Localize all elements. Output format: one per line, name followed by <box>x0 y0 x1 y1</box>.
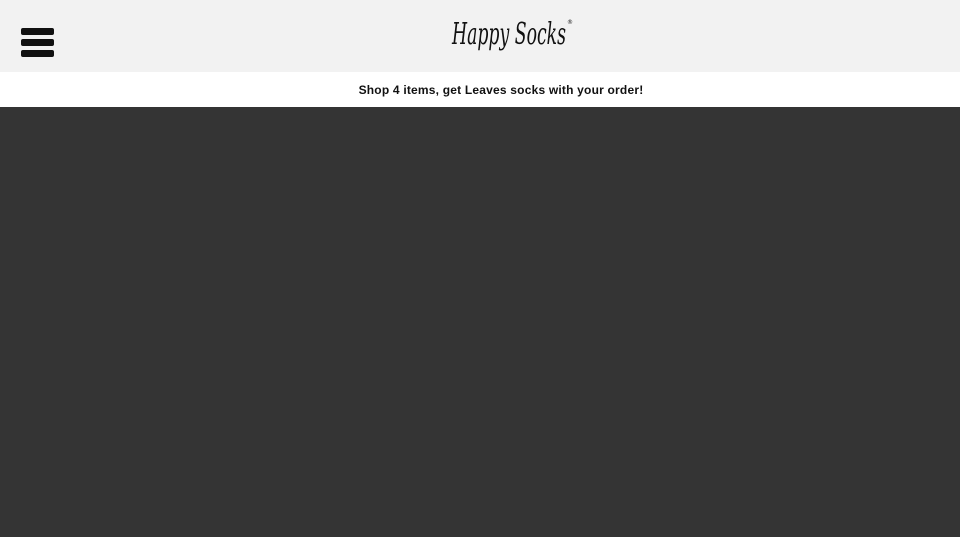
promo-banner[interactable]: Shop 4 items, get Leaves socks with your… <box>0 72 960 107</box>
hamburger-line <box>21 39 54 46</box>
menu-button[interactable] <box>18 24 58 60</box>
registered-mark: ® <box>567 19 573 26</box>
logo-wordmark: Happy Socks ® <box>451 17 573 52</box>
logo-text: Happy Socks <box>451 17 566 52</box>
hamburger-line <box>21 28 54 35</box>
site-header: Happy Socks ® <box>0 0 960 72</box>
promo-text: Shop 4 items, get Leaves socks with your… <box>358 82 644 97</box>
happy-socks-logo[interactable]: Happy Socks ® <box>448 8 578 64</box>
hamburger-line <box>21 50 54 57</box>
loading-overlay <box>0 107 960 537</box>
